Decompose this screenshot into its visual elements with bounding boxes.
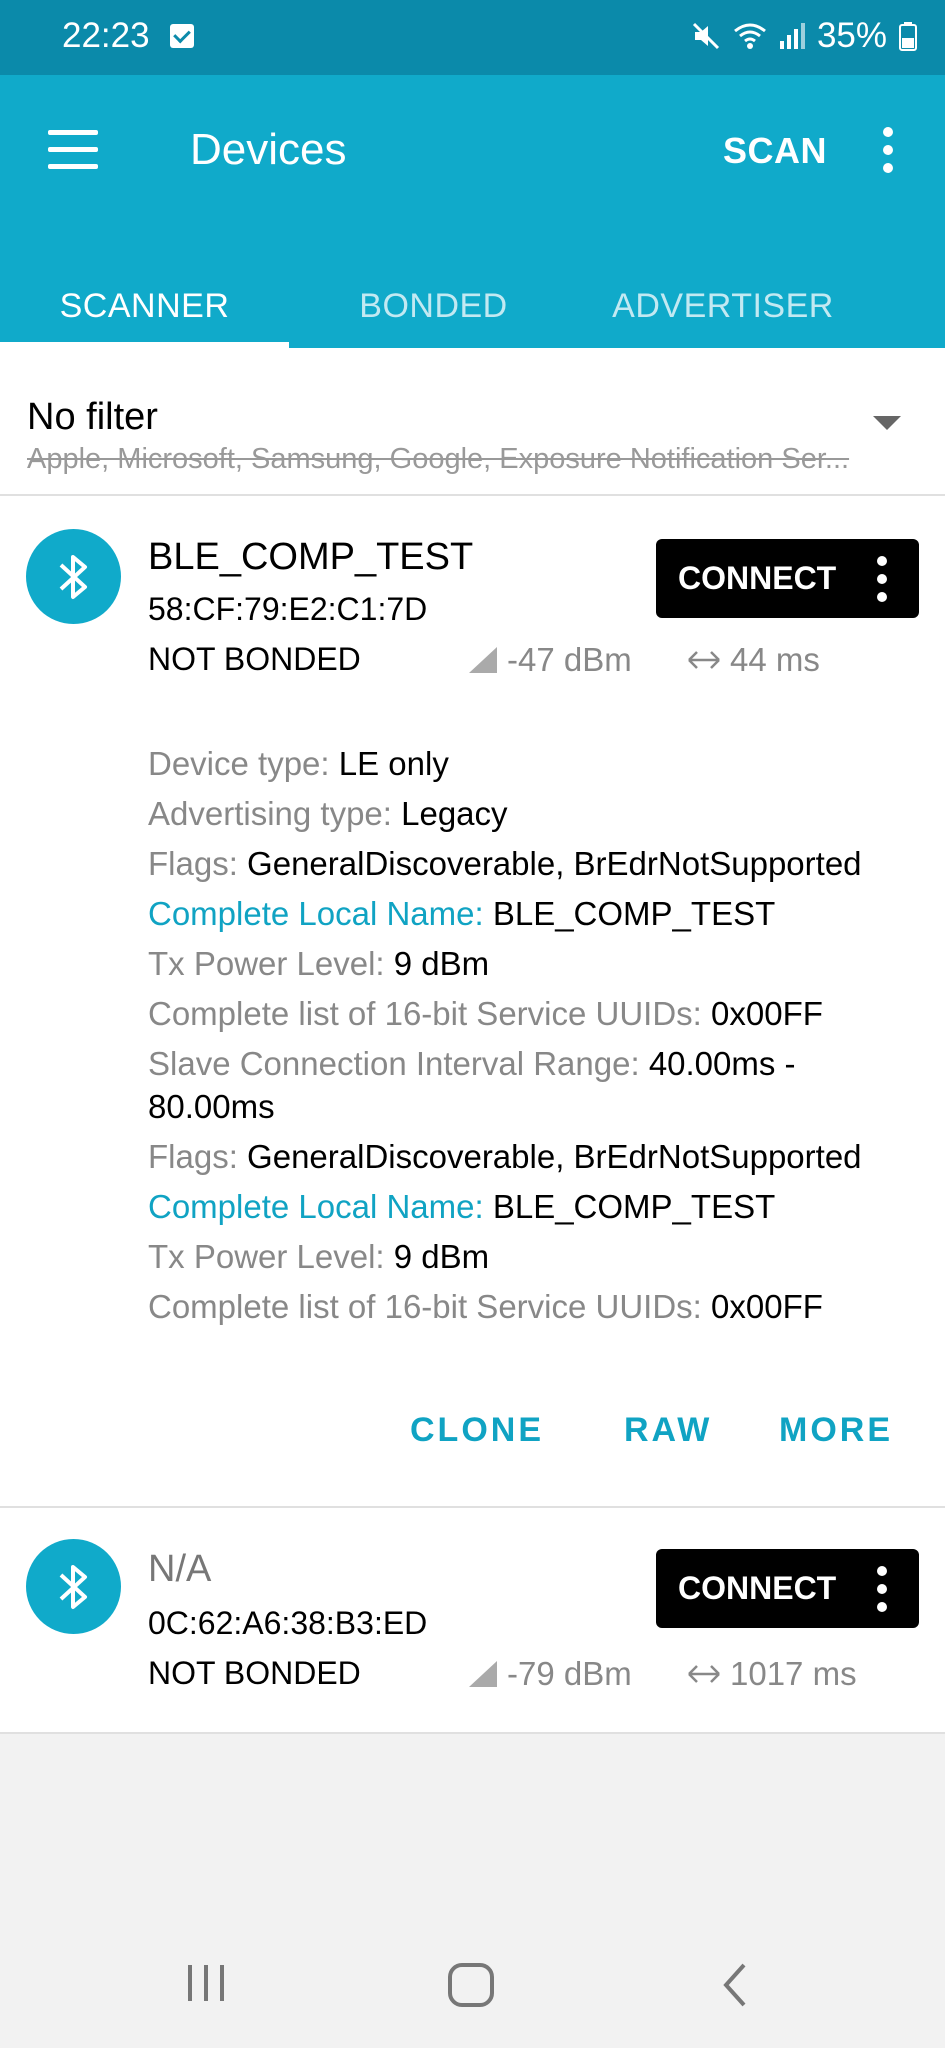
tab-scanner[interactable]: SCANNER [0, 265, 289, 348]
advertising-interval: 44 ms [686, 641, 820, 679]
detail-line: Complete Local Name: BLE_COMP_TEST [148, 895, 776, 932]
interval-text: 44 ms [730, 641, 820, 678]
detail-line: Complete Local Name: BLE_COMP_TEST [148, 1188, 776, 1225]
rssi-text: -47 dBm [507, 641, 632, 678]
clone-button[interactable]: CLONE [410, 1411, 544, 1450]
mute-icon [692, 22, 719, 50]
tab-bar: SCANNER BONDED ADVERTISER [0, 265, 945, 348]
page-title: Devices [190, 125, 347, 174]
connect-label: CONNECT [678, 560, 837, 596]
scan-button[interactable]: SCAN [723, 130, 827, 172]
interval-arrows-icon [688, 1665, 720, 1683]
more-button[interactable]: MORE [779, 1411, 893, 1450]
bond-state: NOT BONDED [148, 1655, 361, 1691]
device-name: BLE_COMP_TEST [148, 536, 474, 578]
system-nav-bar [0, 1923, 945, 2048]
filter-bar[interactable]: No filter Apple, Microsoft, Samsung, Goo… [0, 348, 945, 496]
rssi-value: -47 dBm [467, 641, 632, 679]
detail-line: Tx Power Level: 9 dBm [148, 1238, 490, 1275]
detail-line: Flags: GeneralDiscoverable, BrEdrNotSupp… [148, 845, 862, 882]
wifi-icon [734, 23, 766, 49]
advertising-interval: 1017 ms [686, 1655, 857, 1693]
detail-line: Complete list of 16-bit Service UUIDs: 0… [148, 995, 823, 1032]
connect-label: CONNECT [678, 1570, 837, 1606]
filter-title: No filter [27, 396, 158, 438]
bluetooth-icon [26, 529, 121, 624]
device-card[interactable]: BLE_COMP_TEST 58:CF:79:E2:C1:7D NOT BOND… [0, 496, 945, 1508]
device-card[interactable]: N/A 0C:62:A6:38:B3:ED NOT BONDED -79 dBm… [0, 1508, 945, 1734]
home-icon[interactable] [446, 1961, 496, 2009]
detail-line: Tx Power Level: 9 dBm [148, 945, 490, 982]
battery-percent: 35% [816, 16, 887, 55]
interval-text: 1017 ms [730, 1655, 857, 1692]
bluetooth-icon [26, 1539, 121, 1634]
tab-advertiser[interactable]: ADVERTISER [578, 265, 868, 348]
detail-line: Device type: LE only [148, 745, 449, 782]
menu-icon[interactable] [48, 130, 98, 170]
rssi-text: -79 dBm [507, 1655, 632, 1692]
rssi-value: -79 dBm [467, 1655, 632, 1693]
tab-bonded[interactable]: BONDED [289, 265, 578, 348]
detail-line: Complete list of 16-bit Service UUIDs: 0… [148, 1288, 823, 1325]
notification-check-icon [170, 24, 194, 48]
back-icon[interactable] [720, 1961, 750, 2009]
raw-button[interactable]: RAW [624, 1411, 712, 1450]
card-actions: CLONE RAW MORE [0, 1411, 945, 1471]
signal-icon [779, 23, 805, 49]
status-bar: 22:23 35% [0, 0, 945, 75]
device-address: 0C:62:A6:38:B3:ED [148, 1605, 428, 1641]
status-icons: 35% [691, 16, 917, 56]
status-time: 22:23 [62, 16, 150, 55]
dropdown-arrow-icon[interactable] [873, 416, 901, 430]
overflow-menu-icon[interactable] [876, 125, 900, 175]
connect-options-icon[interactable] [877, 556, 887, 602]
filter-excluded-list: Apple, Microsoft, Samsung, Google, Expos… [27, 443, 850, 475]
detail-line: Advertising type: Legacy [148, 795, 508, 832]
signal-strength-icon [469, 1661, 497, 1687]
interval-arrows-icon [688, 651, 720, 669]
connect-button[interactable]: CONNECT [656, 1549, 919, 1628]
advertising-details: Device type: LE only Advertising type: L… [148, 742, 918, 1335]
bond-state: NOT BONDED [148, 641, 361, 677]
battery-icon [899, 22, 917, 51]
connect-button[interactable]: CONNECT [656, 539, 919, 618]
app-bar: Devices SCAN SCANNER BONDED ADVERTISER [0, 75, 945, 348]
detail-line: Flags: GeneralDiscoverable, BrEdrNotSupp… [148, 1138, 862, 1175]
device-address: 58:CF:79:E2:C1:7D [148, 591, 428, 627]
signal-strength-icon [469, 647, 497, 673]
recent-apps-icon[interactable] [184, 1961, 228, 2005]
device-name: N/A [148, 1548, 212, 1590]
detail-line: Slave Connection Interval Range: 40.00ms… [148, 1045, 796, 1125]
connect-options-icon[interactable] [877, 1566, 887, 1612]
